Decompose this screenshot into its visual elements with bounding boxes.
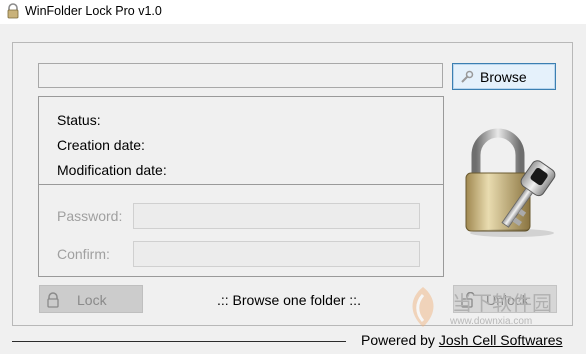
creation-date-label: Creation date:	[57, 137, 145, 153]
wrench-icon	[459, 69, 475, 88]
window-title: WinFolder Lock Pro v1.0	[25, 4, 162, 18]
app-icon	[5, 3, 21, 22]
modification-date-label: Modification date:	[57, 162, 167, 178]
padlock-icon	[46, 292, 60, 311]
footer: Powered by Josh Cell Softwares	[361, 332, 563, 348]
watermark-logo-icon	[400, 283, 446, 334]
lock-label: Lock	[77, 292, 107, 308]
lock-button[interactable]: Lock	[39, 285, 143, 313]
password-label: Password:	[57, 208, 123, 224]
folder-path-input[interactable]	[38, 63, 443, 88]
password-input[interactable]	[133, 203, 420, 229]
footer-divider	[12, 341, 346, 342]
confirm-input[interactable]	[133, 241, 420, 267]
browse-label: Browse	[480, 69, 527, 85]
status-message: .:: Browse one folder ::.	[217, 292, 361, 308]
footer-link[interactable]: Josh Cell Softwares	[439, 332, 563, 348]
status-label: Status:	[57, 112, 101, 128]
padlock-key-icon	[462, 125, 562, 243]
browse-button[interactable]: Browse	[452, 63, 556, 90]
confirm-label: Confirm:	[57, 246, 110, 262]
watermark-url: www.downxia.com	[450, 316, 533, 327]
footer-prefix: Powered by	[361, 332, 435, 348]
watermark-text: 当下软件园	[452, 291, 552, 315]
title-bar: WinFolder Lock Pro v1.0	[0, 0, 586, 24]
